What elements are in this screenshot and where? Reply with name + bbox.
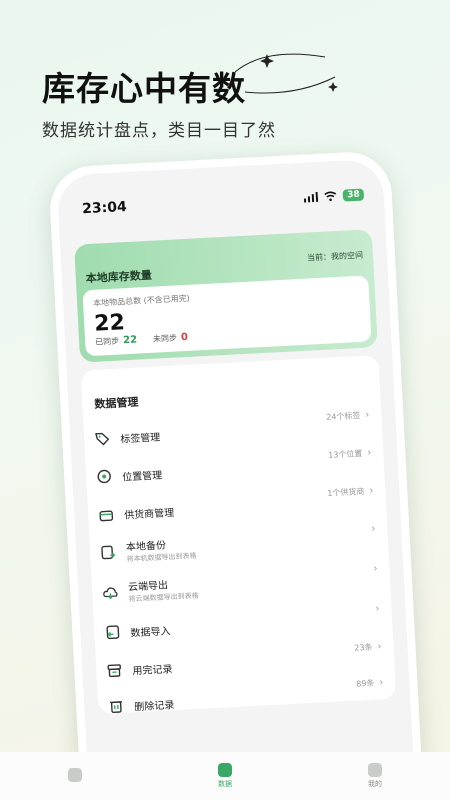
menu-label: 标签管理 xyxy=(120,432,161,446)
chevron-right-icon: › xyxy=(377,641,382,653)
profile-icon xyxy=(368,763,382,777)
menu-label: 用完记录 xyxy=(132,663,173,677)
menu-item-supplier-management[interactable]: 供货商管理 1个供货商 › xyxy=(97,485,376,530)
menu-value: 89条 xyxy=(356,678,375,689)
chart-icon xyxy=(218,763,232,777)
menu-item-location-management[interactable]: 位置管理 13个位置 › xyxy=(95,447,374,492)
unsynced-label: 未同步 xyxy=(152,333,178,344)
status-icons: 38 xyxy=(304,188,365,204)
synced-count: 22 xyxy=(122,334,138,347)
inventory-title: 本地库存数量 xyxy=(85,268,153,286)
menu-item-tag-management[interactable]: 标签管理 24个标签 › xyxy=(93,409,372,454)
menu-label: 删除记录 xyxy=(134,699,175,713)
backup-icon xyxy=(101,545,116,560)
menu-label: 数据导入 xyxy=(130,625,171,639)
menu-label: 供货商管理 xyxy=(124,507,175,521)
tab-label: 我的 xyxy=(368,780,382,788)
menu-value: 23条 xyxy=(354,642,373,653)
location-icon xyxy=(97,469,111,484)
menu-value: 13个位置 xyxy=(327,448,363,460)
chevron-right-icon: › xyxy=(375,603,380,615)
tab-bar: 数据 我的 xyxy=(0,752,450,800)
inventory-summary: 本地物品总数 (不含已用完) 22 已同步 22 未同步 0 xyxy=(82,275,372,357)
hero-subtitle: 数据统计盘点，类目一目了然 xyxy=(42,121,276,141)
data-management-card: 数据管理 标签管理 24个标签 › 位置管理 13个位置 › 供货商管理 1个供货商… xyxy=(80,354,397,715)
menu-item-data-import[interactable]: 数据导入 › xyxy=(104,603,383,648)
menu-item-deleted-records[interactable]: 删除记录 89条 › xyxy=(107,677,386,722)
status-time: 23:04 xyxy=(81,198,128,218)
cloud-icon xyxy=(103,587,118,600)
phone-frame: 23:04 38 本地库存数量 当前：我的空间 本地物品总数 (不含已用完) 2… xyxy=(48,150,424,800)
store-icon xyxy=(99,510,114,522)
menu-item-cloud-export[interactable]: 云端导出 将云端数据导出到表格 › xyxy=(102,563,381,608)
decorative-swoosh-icon xyxy=(234,53,338,94)
synced-label: 已同步 xyxy=(94,336,120,347)
import-icon xyxy=(106,625,120,640)
tab-label: 数据 xyxy=(218,780,232,788)
trash-icon xyxy=(110,701,123,714)
chevron-right-icon: › xyxy=(369,485,374,497)
unsynced-count: 0 xyxy=(180,331,189,344)
menu-label: 位置管理 xyxy=(122,469,163,484)
chevron-right-icon: › xyxy=(379,677,384,689)
menu-value: 24个标签 xyxy=(326,410,361,422)
chevron-right-icon: › xyxy=(371,523,376,535)
home-icon xyxy=(68,768,82,782)
tag-icon xyxy=(95,432,110,446)
current-space-label[interactable]: 当前：我的空间 xyxy=(307,250,363,264)
chevron-right-icon: › xyxy=(367,447,372,459)
chevron-right-icon: › xyxy=(373,563,378,575)
tab-profile[interactable]: 我的 xyxy=(368,763,382,789)
total-items-count: 22 xyxy=(93,310,126,337)
hero-title: 库存心中有数 xyxy=(42,69,246,108)
inventory-card[interactable]: 本地库存数量 当前：我的空间 本地物品总数 (不含已用完) 22 已同步 22 … xyxy=(74,229,378,363)
phone-screen: 23:04 38 本地库存数量 当前：我的空间 本地物品总数 (不含已用完) 2… xyxy=(56,158,416,800)
signal-icon xyxy=(304,191,319,203)
menu-value: 1个供货商 xyxy=(327,486,365,498)
data-management-title: 数据管理 xyxy=(94,395,139,411)
chevron-right-icon: › xyxy=(365,409,370,421)
tab-home[interactable] xyxy=(68,768,82,784)
box-icon xyxy=(107,664,121,678)
total-items-label: 本地物品总数 (不含已用完) xyxy=(92,293,191,308)
status-bar: 23:04 38 xyxy=(82,186,365,219)
battery-icon: 38 xyxy=(343,188,365,202)
tab-data[interactable]: 数据 xyxy=(218,763,232,789)
menu-item-local-backup[interactable]: 本地备份 将本机数据导出到表格 › xyxy=(99,523,378,568)
wifi-icon xyxy=(324,191,337,202)
